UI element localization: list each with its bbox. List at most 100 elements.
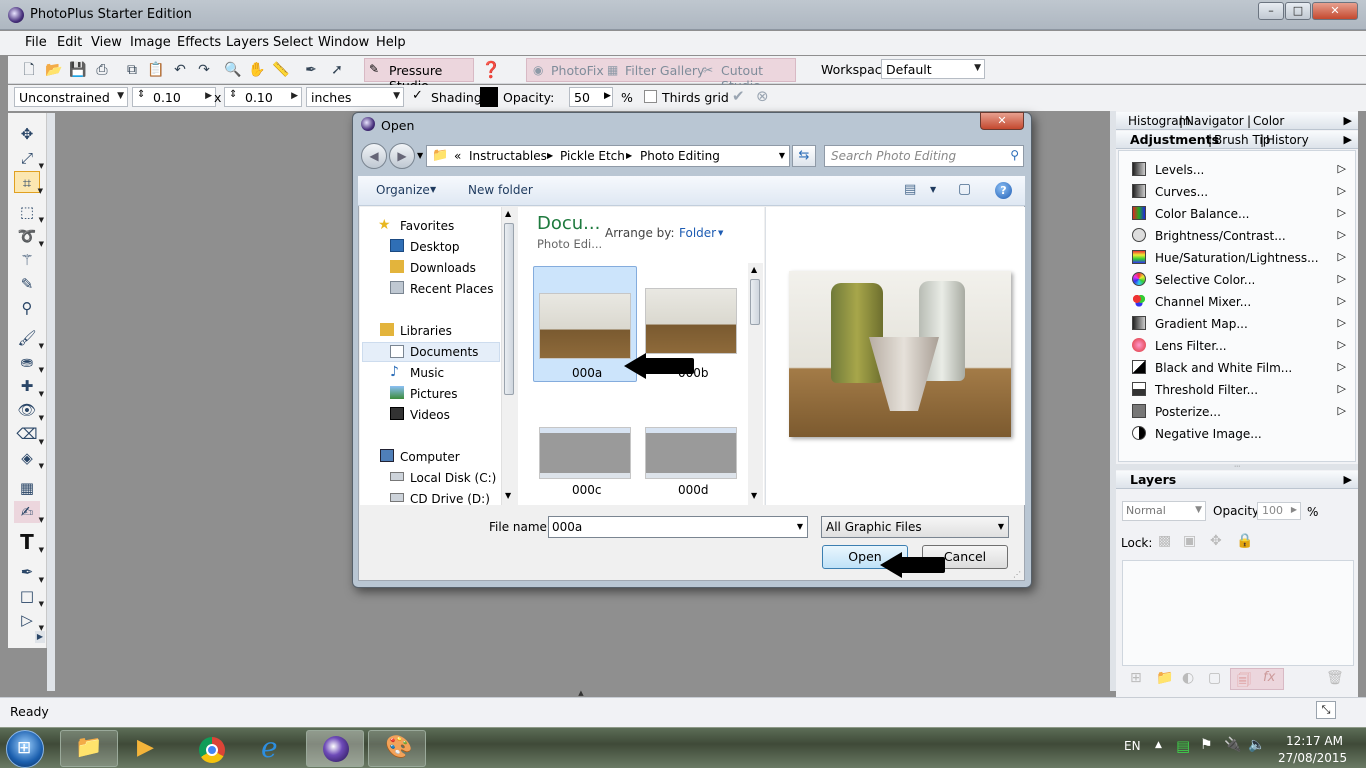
- view-icon[interactable]: ▤: [904, 182, 916, 197]
- tray-expand-icon[interactable]: ▲: [1155, 740, 1162, 750]
- nav-favorites[interactable]: Favorites: [400, 219, 454, 233]
- back-button[interactable]: ◀: [361, 143, 387, 169]
- play-icon[interactable]: ▷: [1338, 382, 1346, 395]
- start-button[interactable]: ⊞: [6, 730, 44, 768]
- lock-transparency-icon[interactable]: ▩: [1158, 533, 1171, 549]
- file-name-input[interactable]: 000a ▼: [548, 516, 808, 538]
- print-icon[interactable]: ⎙: [91, 59, 113, 81]
- text-tool-icon[interactable]: T ▼: [14, 531, 44, 554]
- shading-checkbox[interactable]: ✓: [412, 88, 423, 103]
- menu-layers[interactable]: Layers: [226, 35, 269, 50]
- nav-documents[interactable]: Documents: [410, 345, 478, 359]
- menu-view[interactable]: View: [91, 35, 122, 50]
- nav-scroll-thumb[interactable]: [504, 223, 514, 395]
- clock-date[interactable]: 27/08/2015: [1278, 751, 1347, 765]
- fit-window-icon[interactable]: ⤡: [1316, 701, 1336, 719]
- photofix-button[interactable]: PhotoFix: [551, 63, 604, 78]
- nav-local-disk[interactable]: Local Disk (C:): [410, 471, 496, 485]
- tab-history[interactable]: History: [1266, 133, 1309, 147]
- language-indicator[interactable]: EN: [1124, 739, 1141, 753]
- files-scroll-thumb[interactable]: [750, 279, 760, 325]
- save-icon[interactable]: 💾: [67, 59, 89, 81]
- refresh-icon[interactable]: ⇆: [792, 145, 816, 167]
- delete-layer-icon[interactable]: 🗑: [1326, 670, 1344, 686]
- taskbar-explorer[interactable]: 📁: [60, 730, 118, 767]
- lock-all-icon[interactable]: 🔒: [1236, 533, 1253, 549]
- search-input[interactable]: Search Photo Editing ⚲: [824, 145, 1024, 167]
- commit-icon[interactable]: ✔: [732, 87, 745, 105]
- arrange-by-select[interactable]: Folder: [679, 226, 716, 240]
- play-icon[interactable]: ▷: [1338, 404, 1346, 417]
- volume-icon[interactable]: 🔈: [1248, 737, 1265, 753]
- expand-tools-icon[interactable]: ▶: [35, 631, 45, 643]
- red-eye-tool-icon[interactable]: 👁 ▼: [14, 399, 44, 422]
- resize-grip-icon[interactable]: ⋰: [1013, 570, 1021, 579]
- play-icon[interactable]: ▷: [1338, 272, 1346, 285]
- taskbar-paint[interactable]: 🎨: [368, 730, 426, 767]
- lock-pixels-icon[interactable]: ▣: [1183, 533, 1196, 549]
- adj-hue-saturation[interactable]: Hue/Saturation/Lightness... ▷: [1132, 248, 1346, 268]
- play-icon[interactable]: ▷: [1338, 316, 1346, 329]
- chevron-down-icon[interactable]: ▼: [797, 522, 803, 531]
- play-icon[interactable]: ▷: [1338, 338, 1346, 351]
- file-type-select[interactable]: All Graphic Files ▼: [821, 516, 1009, 538]
- panel-splitter[interactable]: ⋯: [1116, 464, 1358, 470]
- layer-style-icon[interactable]: 🗐: [1237, 670, 1251, 694]
- taskbar-chrome[interactable]: [182, 730, 240, 767]
- eraser-tool-icon[interactable]: ⌫ ▼: [14, 423, 44, 446]
- paste-icon[interactable]: 📋: [145, 59, 167, 81]
- tab-adjustments[interactable]: Adjustments: [1130, 132, 1219, 147]
- left-splitter[interactable]: [47, 113, 55, 691]
- tab-layers[interactable]: Layers: [1130, 472, 1176, 487]
- adj-curves[interactable]: Curves... ▷: [1132, 182, 1346, 202]
- chevron-right-icon[interactable]: ▶: [604, 91, 611, 101]
- chevron-down-icon[interactable]: ▼: [930, 185, 936, 194]
- pointer-icon[interactable]: ➚: [326, 59, 348, 81]
- play-icon[interactable]: ▷: [1338, 228, 1346, 241]
- scroll-down-icon[interactable]: ▼: [751, 491, 757, 500]
- menu-image[interactable]: Image: [130, 35, 171, 50]
- undo-icon[interactable]: ↶: [169, 59, 191, 81]
- shape-tool-icon[interactable]: □ ▼: [14, 585, 44, 608]
- play-icon[interactable]: ▷: [1338, 294, 1346, 307]
- breadcrumb-instructables[interactable]: Instructables: [469, 149, 547, 163]
- units-select[interactable]: inches ▼: [306, 87, 404, 107]
- address-bar[interactable]: 📁 « Instructables ▶ Pickle Etch ▶ Photo …: [426, 145, 790, 167]
- taskbar-photoplus[interactable]: [306, 730, 364, 767]
- menu-window[interactable]: Window: [318, 35, 369, 50]
- tab-color[interactable]: Color: [1253, 114, 1284, 128]
- breadcrumb-chevron-icon[interactable]: ▶: [626, 151, 632, 160]
- adj-selective-color[interactable]: Selective Color... ▷: [1132, 270, 1346, 290]
- workspace-select[interactable]: Default ▼: [881, 59, 985, 79]
- files-scrollbar[interactable]: ▲ ▼: [748, 263, 763, 505]
- blend-mode-select[interactable]: Normal ▼: [1122, 501, 1206, 521]
- panel-menu-icon[interactable]: ▶: [1344, 114, 1352, 127]
- scroll-up-icon[interactable]: ▲: [505, 209, 511, 218]
- nav-libraries[interactable]: Libraries: [400, 324, 452, 338]
- panel-menu-icon[interactable]: ▶: [1344, 473, 1352, 486]
- magic-wand-tool-icon[interactable]: ⚚: [14, 249, 40, 271]
- nav-pictures[interactable]: Pictures: [410, 387, 458, 401]
- deform-tool-icon[interactable]: ⤢ ▼: [14, 147, 44, 170]
- mask-icon[interactable]: ▢: [1208, 670, 1221, 686]
- taskbar-ie[interactable]: e: [244, 730, 302, 767]
- adj-threshold-filter[interactable]: Threshold Filter... ▷: [1132, 380, 1346, 400]
- fx-icon[interactable]: fx: [1263, 670, 1275, 685]
- lock-position-icon[interactable]: ✥: [1210, 533, 1222, 549]
- height-input[interactable]: ⇕ 0.10 ▶: [224, 87, 302, 107]
- breadcrumb-overflow[interactable]: «: [454, 149, 461, 163]
- shading-color-swatch[interactable]: [480, 87, 498, 107]
- nav-music[interactable]: Music: [410, 366, 444, 380]
- maximize-button[interactable]: □: [1285, 2, 1311, 20]
- move-tool-icon[interactable]: ✥: [14, 123, 40, 145]
- menu-effects[interactable]: Effects: [177, 35, 221, 50]
- preview-pane-icon[interactable]: ▢: [958, 181, 971, 197]
- play-icon[interactable]: ▷: [1338, 360, 1346, 373]
- zoom-icon[interactable]: 🔍: [222, 59, 244, 81]
- panel-menu-icon[interactable]: ▶: [1344, 133, 1352, 146]
- adj-negative-image[interactable]: Negative Image...: [1132, 424, 1346, 444]
- close-button[interactable]: ✕: [1312, 2, 1358, 20]
- organize-button[interactable]: Organize: [376, 183, 430, 197]
- breadcrumb-chevron-icon[interactable]: ▶: [547, 151, 553, 160]
- adjustment-layer-icon[interactable]: ◐: [1182, 670, 1194, 686]
